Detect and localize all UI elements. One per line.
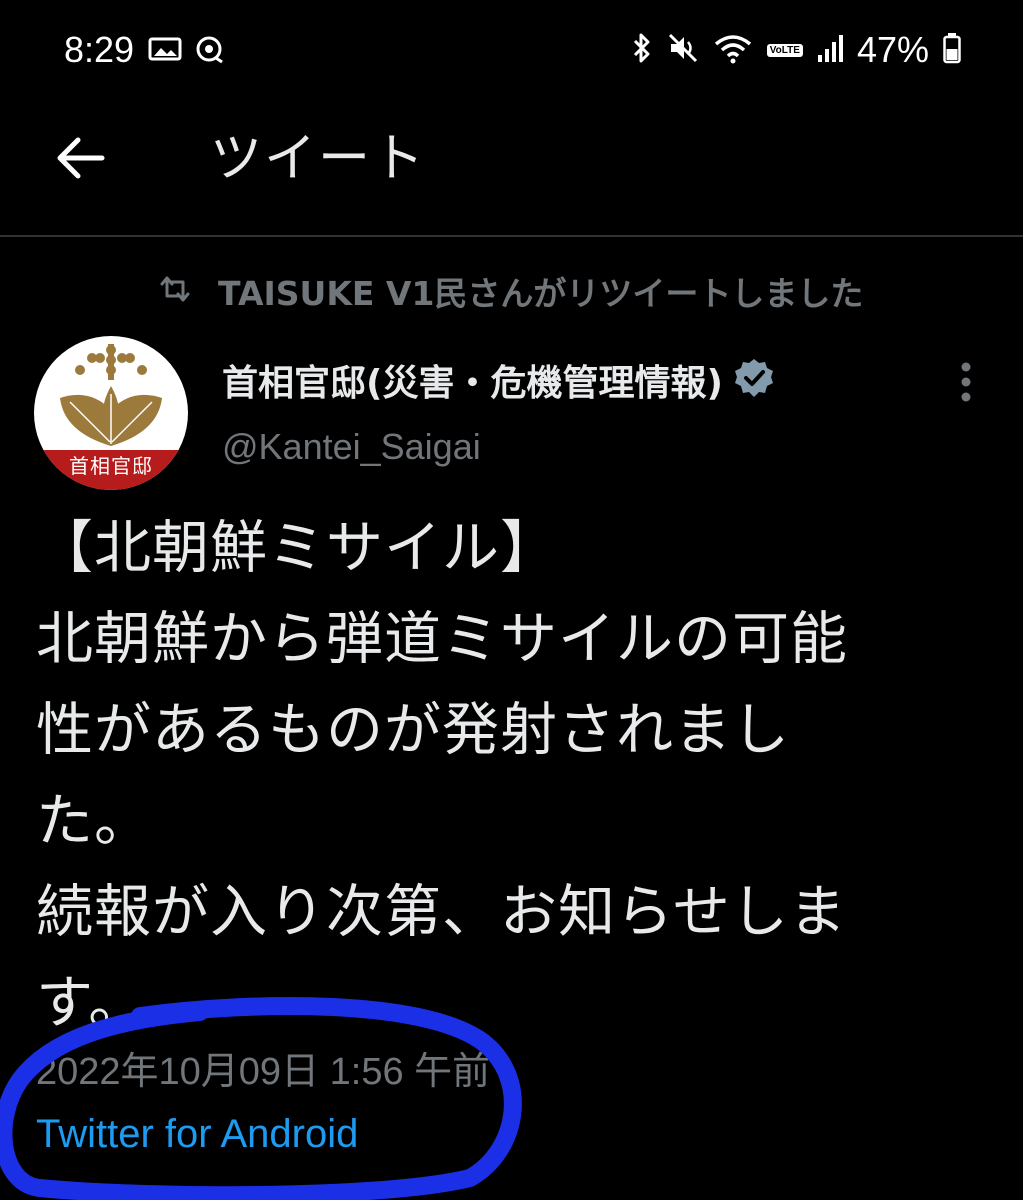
author-handle[interactable]: @Kantei_Saigai bbox=[222, 426, 481, 468]
arrow-left-icon bbox=[54, 136, 106, 184]
tweet-timestamp[interactable]: 2022年10月09日 1:56 午前 · bbox=[36, 1044, 513, 1100]
verified-badge-icon bbox=[733, 357, 775, 403]
avatar[interactable]: 首相官邸 bbox=[34, 336, 188, 490]
retweet-icon bbox=[158, 274, 192, 308]
more-vertical-icon bbox=[960, 361, 972, 407]
tweet-text: 【北朝鮮ミサイル】 北朝鮮から弾道ミサイルの可能 性があるものが発射されまし た… bbox=[36, 515, 848, 1036]
avatar-label: 首相官邸 bbox=[69, 454, 153, 478]
sync-icon bbox=[194, 34, 224, 68]
gallery-icon bbox=[148, 35, 182, 67]
status-time: 8:29 bbox=[64, 29, 135, 70]
retweet-attribution[interactable]: TAISUKE V1民さんがリツイートしました bbox=[158, 266, 863, 316]
page-title: ツイート bbox=[210, 129, 427, 189]
status-bar: 8:29 VoLTE 47% bbox=[0, 0, 1023, 100]
back-button[interactable] bbox=[48, 128, 112, 192]
avatar-label-band: 首相官邸 bbox=[34, 450, 188, 490]
battery-percent: 47% bbox=[856, 29, 929, 70]
status-right-icons: VoLTE 47% bbox=[631, 26, 961, 74]
tweet-source-link[interactable]: Twitter for Android bbox=[36, 1106, 358, 1162]
mute-icon bbox=[667, 32, 699, 68]
more-options-button[interactable] bbox=[950, 360, 982, 408]
author-name-row[interactable]: 首相官邸(災害・危機管理情報) bbox=[222, 354, 775, 406]
retweet-label: TAISUKE V1民さんがリツイートしました bbox=[218, 274, 864, 313]
status-left-icons bbox=[148, 34, 224, 68]
signal-icon bbox=[817, 33, 843, 67]
author-name: 首相官邸(災害・危機管理情報) bbox=[222, 363, 723, 404]
battery-icon bbox=[943, 32, 961, 68]
volte-badge: VoLTE bbox=[766, 43, 803, 57]
bluetooth-icon bbox=[631, 32, 653, 68]
tweet-header: ツイート bbox=[0, 100, 1023, 237]
wifi-icon bbox=[713, 32, 753, 68]
